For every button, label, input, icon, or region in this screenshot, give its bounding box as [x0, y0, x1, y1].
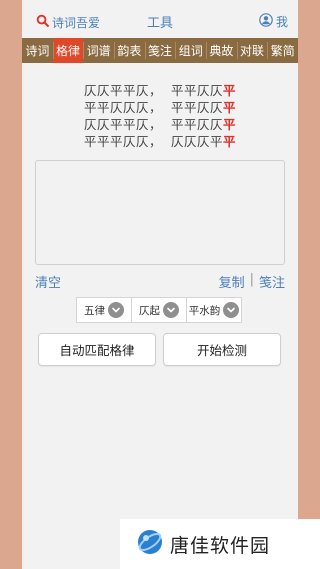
profile-button[interactable]: 我 — [259, 13, 288, 30]
pattern-line: 平平平仄仄， 仄仄仄平平 — [84, 134, 236, 149]
tab-shici[interactable]: 诗词 — [22, 38, 53, 63]
tone-pattern: 仄仄平平仄， 平平仄仄平 平平仄仄仄， 平平仄仄平 仄仄平平仄， 平平仄仄平 平… — [22, 82, 298, 150]
form-select[interactable]: 五律 — [77, 298, 131, 322]
globe-logo-icon — [136, 528, 164, 561]
copy-link[interactable]: 复制 — [219, 272, 245, 291]
page-title: 工具 — [146, 16, 173, 31]
top-bar: 诗词吾爱 工具 我 — [22, 0, 298, 38]
annotate-link[interactable]: 笺注 — [259, 272, 285, 291]
start-check-button[interactable]: 开始检测 — [163, 333, 281, 366]
rhyme-book-select[interactable]: 平水韵 — [186, 298, 241, 322]
tab-diangu[interactable]: 典故 — [206, 38, 237, 63]
tab-yunbiao[interactable]: 韵表 — [114, 38, 145, 63]
pattern-line: 仄仄平平仄， 平平仄仄平 — [84, 117, 236, 132]
pattern-line: 平平仄仄仄， 平平仄仄平 — [84, 100, 236, 115]
watermark-logo: 唐佳软件园 — [120, 519, 320, 569]
chevron-down-icon — [108, 302, 124, 318]
auto-match-button[interactable]: 自动匹配格律 — [38, 333, 156, 366]
pattern-line: 仄仄平平仄， 平平仄仄平 — [84, 83, 236, 98]
profile-label: 我 — [275, 15, 288, 29]
tab-cipu[interactable]: 词谱 — [83, 38, 114, 63]
user-icon — [259, 13, 273, 30]
tab-fanjian[interactable]: 繁简 — [267, 38, 298, 63]
poem-input[interactable] — [35, 160, 285, 265]
chevron-down-icon — [223, 302, 240, 318]
option-selectors: 五律 仄起 平水韵 — [76, 297, 242, 323]
start-tone-select[interactable]: 仄起 — [131, 298, 186, 322]
link-separator: | — [249, 272, 254, 287]
tab-duilian[interactable]: 对联 — [236, 38, 268, 63]
action-links: 复制 | 笺注 — [219, 272, 285, 291]
tab-gelv[interactable]: 格律 — [52, 38, 84, 63]
clear-link[interactable]: 清空 — [35, 272, 61, 291]
tool-tabs: 诗词 格律 词谱 韵表 笺注 组词 典故 对联 繁简 — [22, 38, 298, 63]
watermark-text: 唐佳软件园 — [170, 534, 271, 557]
app-screen: 诗词吾爱 工具 我 诗词 格律 词谱 韵表 笺注 组词 典故 对联 繁简 仄仄平… — [22, 0, 298, 569]
tab-jianzhu[interactable]: 笺注 — [144, 38, 176, 63]
tab-zuci[interactable]: 组词 — [175, 38, 206, 63]
chevron-down-icon — [163, 302, 179, 318]
form-select-value: 五律 — [84, 304, 105, 317]
start-tone-select-value: 仄起 — [139, 304, 160, 317]
rhyme-book-select-value: 平水韵 — [188, 304, 221, 317]
